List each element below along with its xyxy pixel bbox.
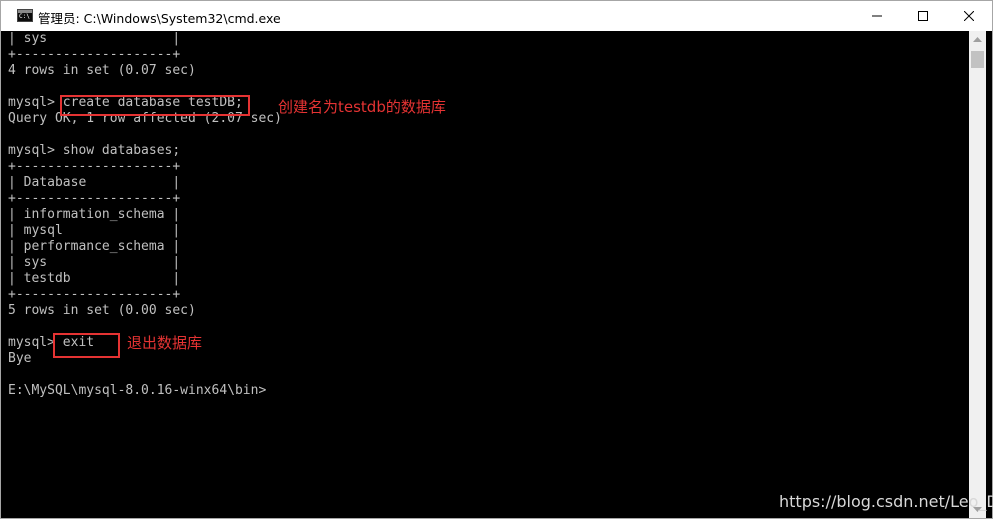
maximize-button[interactable]	[900, 1, 946, 31]
console-line: +--------------------+	[8, 191, 181, 206]
exit-annotation: 退出数据库	[127, 334, 203, 352]
console-line: | testdb |	[8, 271, 181, 286]
watermark: https://blog.csdn.net/Leo_D	[779, 492, 993, 511]
window-title: 管理员: C:\Windows\System32\cmd.exe	[38, 11, 281, 26]
create-annotation: 创建名为testdb的数据库	[278, 98, 446, 116]
close-icon	[964, 11, 974, 21]
console-line: 4 rows in set (0.07 sec)	[8, 63, 196, 78]
console-icon[interactable]: C:\	[17, 9, 33, 22]
close-button[interactable]	[946, 1, 992, 31]
scroll-up-button[interactable]	[969, 31, 986, 48]
console-line: | information_schema |	[8, 207, 181, 222]
console-line: | performance_schema |	[8, 239, 181, 254]
cmd-window: C:\ 管理员: C:\Windows\System32\cmd.exe | s…	[0, 0, 993, 519]
vertical-scrollbar[interactable]	[969, 31, 986, 518]
maximize-icon	[918, 11, 928, 21]
console-line: | mysql |	[8, 223, 181, 238]
minimize-button[interactable]	[854, 1, 900, 31]
console-line: +--------------------+	[8, 287, 181, 302]
console-line: +--------------------+	[8, 47, 181, 62]
console-line: 5 rows in set (0.00 sec)	[8, 303, 196, 318]
console-line: E:\MySQL\mysql-8.0.16-winx64\bin>	[8, 383, 267, 398]
console-line: | Database |	[8, 175, 181, 190]
create-command-highlight	[60, 95, 250, 116]
exit-command-highlight	[53, 333, 120, 358]
console-line: Bye	[8, 351, 32, 366]
console-line: | sys |	[8, 255, 181, 270]
title-bar[interactable]: C:\ 管理员: C:\Windows\System32\cmd.exe	[1, 1, 992, 31]
console-line: mysql> show databases;	[8, 143, 181, 158]
console-line: | sys |	[8, 31, 181, 46]
console-line: +--------------------+	[8, 159, 181, 174]
arrow-up-icon	[973, 37, 982, 42]
minimize-icon	[872, 15, 882, 17]
scroll-thumb[interactable]	[971, 51, 984, 68]
